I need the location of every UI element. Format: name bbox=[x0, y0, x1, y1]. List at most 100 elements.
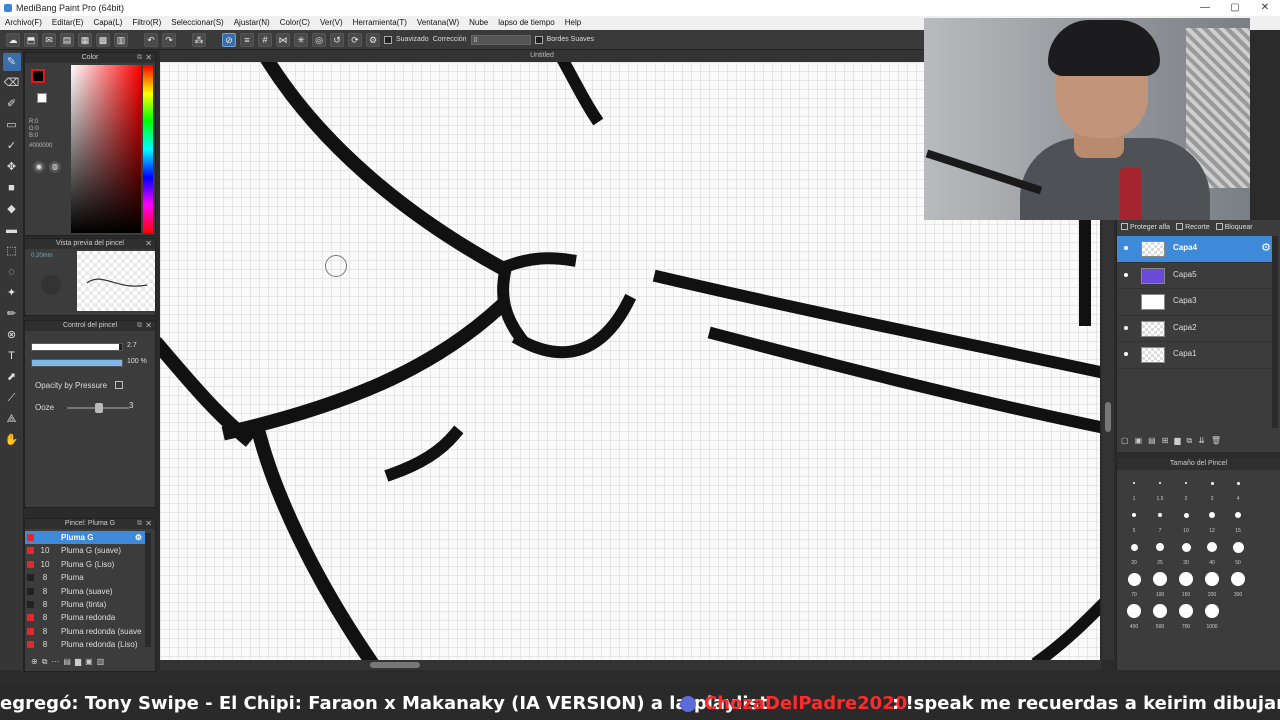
brush-size-option[interactable]: 2 bbox=[1173, 474, 1199, 502]
color-picker-icon[interactable]: ◍ bbox=[49, 161, 61, 173]
magic-wand-tool-icon[interactable]: ✦ bbox=[3, 284, 21, 302]
layer-item[interactable]: Capa4 ⚙ bbox=[1117, 236, 1277, 263]
lock-checkbox[interactable] bbox=[1215, 223, 1223, 230]
brush-size-option[interactable]: 15 bbox=[1225, 506, 1251, 534]
visibility-icon[interactable] bbox=[1124, 352, 1128, 357]
close-icon[interactable]: ✕ bbox=[145, 239, 152, 249]
comment-icon[interactable]: ✉ bbox=[42, 32, 56, 47]
select-all-icon[interactable]: ⁂ bbox=[192, 32, 206, 47]
protect-alpha-checkbox[interactable] bbox=[1121, 223, 1128, 230]
clip-option[interactable]: Recorte bbox=[1176, 222, 1210, 234]
brush-item[interactable]: 8 Pluma (suave) bbox=[25, 585, 145, 598]
visibility-icon[interactable] bbox=[1124, 246, 1128, 250]
brush-size-option[interactable]: 50 bbox=[1225, 538, 1251, 566]
menu-herramienta[interactable]: Herramienta(T) bbox=[348, 16, 412, 30]
brush-folder-icon[interactable]: ▆ bbox=[75, 657, 81, 669]
snap-off-icon[interactable]: ⊘ bbox=[222, 32, 236, 47]
visibility-icon[interactable] bbox=[1124, 325, 1128, 330]
brush-item[interactable]: 8 Pluma (tinta) bbox=[25, 598, 145, 611]
brush-item[interactable]: Pluma G ⚙ bbox=[25, 531, 145, 545]
brush-size-option[interactable]: 4 bbox=[1225, 474, 1251, 502]
brush-size-option[interactable]: 1000 bbox=[1199, 602, 1225, 630]
snap-perspective-icon[interactable]: ⋈ bbox=[276, 32, 290, 47]
duplicate-layer-icon[interactable]: ⧉ bbox=[1187, 436, 1193, 448]
saturation-value-picker[interactable] bbox=[71, 65, 141, 233]
new-layer-icon[interactable]: ▢ bbox=[1121, 436, 1129, 448]
menu-seleccionar[interactable]: Seleccionar(S) bbox=[166, 16, 228, 30]
menu-lapso[interactable]: lapso de tiempo bbox=[493, 16, 559, 30]
brush-item[interactable]: 10 Pluma G (Liso) bbox=[25, 558, 145, 571]
lock-option[interactable]: Bloquear bbox=[1215, 222, 1253, 234]
scroll-thumb[interactable] bbox=[370, 662, 420, 668]
canvas-horizontal-scrollbar[interactable] bbox=[160, 660, 1102, 670]
minimize-button[interactable]: — bbox=[1190, 0, 1220, 16]
brush-item[interactable]: 8 Pluma redonda (Liso) bbox=[25, 638, 145, 651]
dot-tool-icon[interactable]: ✐ bbox=[3, 95, 21, 113]
snap-settings-icon[interactable]: ⚙ bbox=[366, 32, 380, 47]
brush-item[interactable]: 8 Pluma bbox=[25, 571, 145, 584]
layout-icon[interactable]: ▥ bbox=[114, 32, 128, 47]
grid-icon[interactable]: ▩ bbox=[96, 32, 110, 47]
brush-size-option[interactable]: 400 bbox=[1121, 602, 1147, 630]
hue-slider[interactable] bbox=[143, 65, 153, 233]
bucket-tool-icon[interactable]: ◆ bbox=[3, 200, 21, 218]
add-layer-menu-icon[interactable]: ⊞ bbox=[1162, 436, 1169, 448]
brush-size-option[interactable]: 100 bbox=[1147, 570, 1173, 598]
menu-ajustar[interactable]: Ajustar(N) bbox=[229, 16, 275, 30]
brush-size-option[interactable]: 12 bbox=[1199, 506, 1225, 534]
close-icon[interactable]: ✕ bbox=[145, 53, 152, 63]
delete-brush-icon[interactable]: ▥ bbox=[97, 657, 105, 669]
shape-tool-icon[interactable]: ▭ bbox=[3, 116, 21, 134]
layer-scrollbar[interactable] bbox=[1272, 236, 1278, 428]
lasso-tool-icon[interactable]: ◌ bbox=[3, 263, 21, 281]
menu-color[interactable]: Color(C) bbox=[275, 16, 315, 30]
brush-size-option[interactable]: 1 bbox=[1121, 474, 1147, 502]
menu-ver[interactable]: Ver(V) bbox=[315, 16, 348, 30]
close-icon[interactable]: ✕ bbox=[145, 321, 152, 331]
opacity-pressure-checkbox[interactable] bbox=[115, 381, 123, 389]
snap-parallel-icon[interactable]: ≡ bbox=[240, 32, 254, 47]
brush-size-option[interactable]: 300 bbox=[1225, 570, 1251, 598]
color-eyedropper-icon[interactable]: ◉ bbox=[33, 161, 45, 173]
page-icon[interactable]: ▦ bbox=[78, 32, 92, 47]
brush-size-option[interactable]: 200 bbox=[1199, 570, 1225, 598]
brush-size-option[interactable]: 700 bbox=[1173, 602, 1199, 630]
close-button[interactable]: ✕ bbox=[1250, 0, 1280, 16]
copy-brush-icon[interactable]: ⧉ bbox=[42, 657, 48, 669]
protect-alpha-option[interactable]: Proteger alfa bbox=[1121, 222, 1170, 234]
antialias-checkbox[interactable] bbox=[384, 35, 392, 44]
menu-ventana[interactable]: Ventana(W) bbox=[412, 16, 464, 30]
ooze-slider-knob[interactable] bbox=[95, 403, 103, 413]
brush-size-option[interactable]: 5 bbox=[1121, 506, 1147, 534]
maximize-button[interactable]: ▢ bbox=[1220, 0, 1250, 16]
snap-curve-icon[interactable]: ↺ bbox=[330, 32, 344, 47]
brush-size-option[interactable]: 150 bbox=[1173, 570, 1199, 598]
panel-icon[interactable]: ▤ bbox=[60, 32, 74, 47]
scroll-thumb[interactable] bbox=[1105, 402, 1111, 432]
menu-filtro[interactable]: Filtro(R) bbox=[127, 16, 166, 30]
add-brush-icon[interactable]: ⊕ bbox=[31, 657, 38, 669]
brush-opacity-slider[interactable]: 100 % bbox=[31, 358, 151, 367]
snap-grid-icon[interactable]: # bbox=[258, 32, 272, 47]
brush-menu-icon[interactable]: ⋯ bbox=[51, 657, 59, 669]
menu-archivo[interactable]: Archivo(F) bbox=[0, 16, 47, 30]
operation-tool-icon[interactable]: ⬈ bbox=[3, 368, 21, 386]
brush-size-option[interactable]: 30 bbox=[1173, 538, 1199, 566]
menu-editar[interactable]: Editar(E) bbox=[47, 16, 89, 30]
brush-list-scrollbar[interactable] bbox=[145, 533, 151, 647]
brush-size-option[interactable]: 1.5 bbox=[1147, 474, 1173, 502]
brush-item[interactable]: 10 Pluma G (suave) bbox=[25, 544, 145, 557]
gradient-tool-icon[interactable]: ▬ bbox=[3, 221, 21, 239]
snap-rotate-icon[interactable]: ⟳ bbox=[348, 32, 362, 47]
brush-file-icon[interactable]: ▤ bbox=[63, 657, 71, 669]
layer-item[interactable]: Capa1 bbox=[1117, 342, 1277, 369]
snap-radial-icon[interactable]: ✳ bbox=[294, 32, 308, 47]
undo-icon[interactable]: ↶ bbox=[144, 32, 158, 47]
ruler-tool-icon[interactable]: ✓ bbox=[3, 137, 21, 155]
new-halftone-layer-icon[interactable]: ▣ bbox=[1135, 436, 1143, 448]
brush-duplicate-icon[interactable]: ▣ bbox=[85, 657, 93, 669]
close-icon[interactable]: ✕ bbox=[145, 519, 152, 529]
gear-icon[interactable]: ⚙ bbox=[1261, 241, 1271, 254]
merge-layer-icon[interactable]: ⇊ bbox=[1198, 436, 1205, 448]
brush-item[interactable]: 8 Pluma redonda (suave bbox=[25, 625, 145, 638]
